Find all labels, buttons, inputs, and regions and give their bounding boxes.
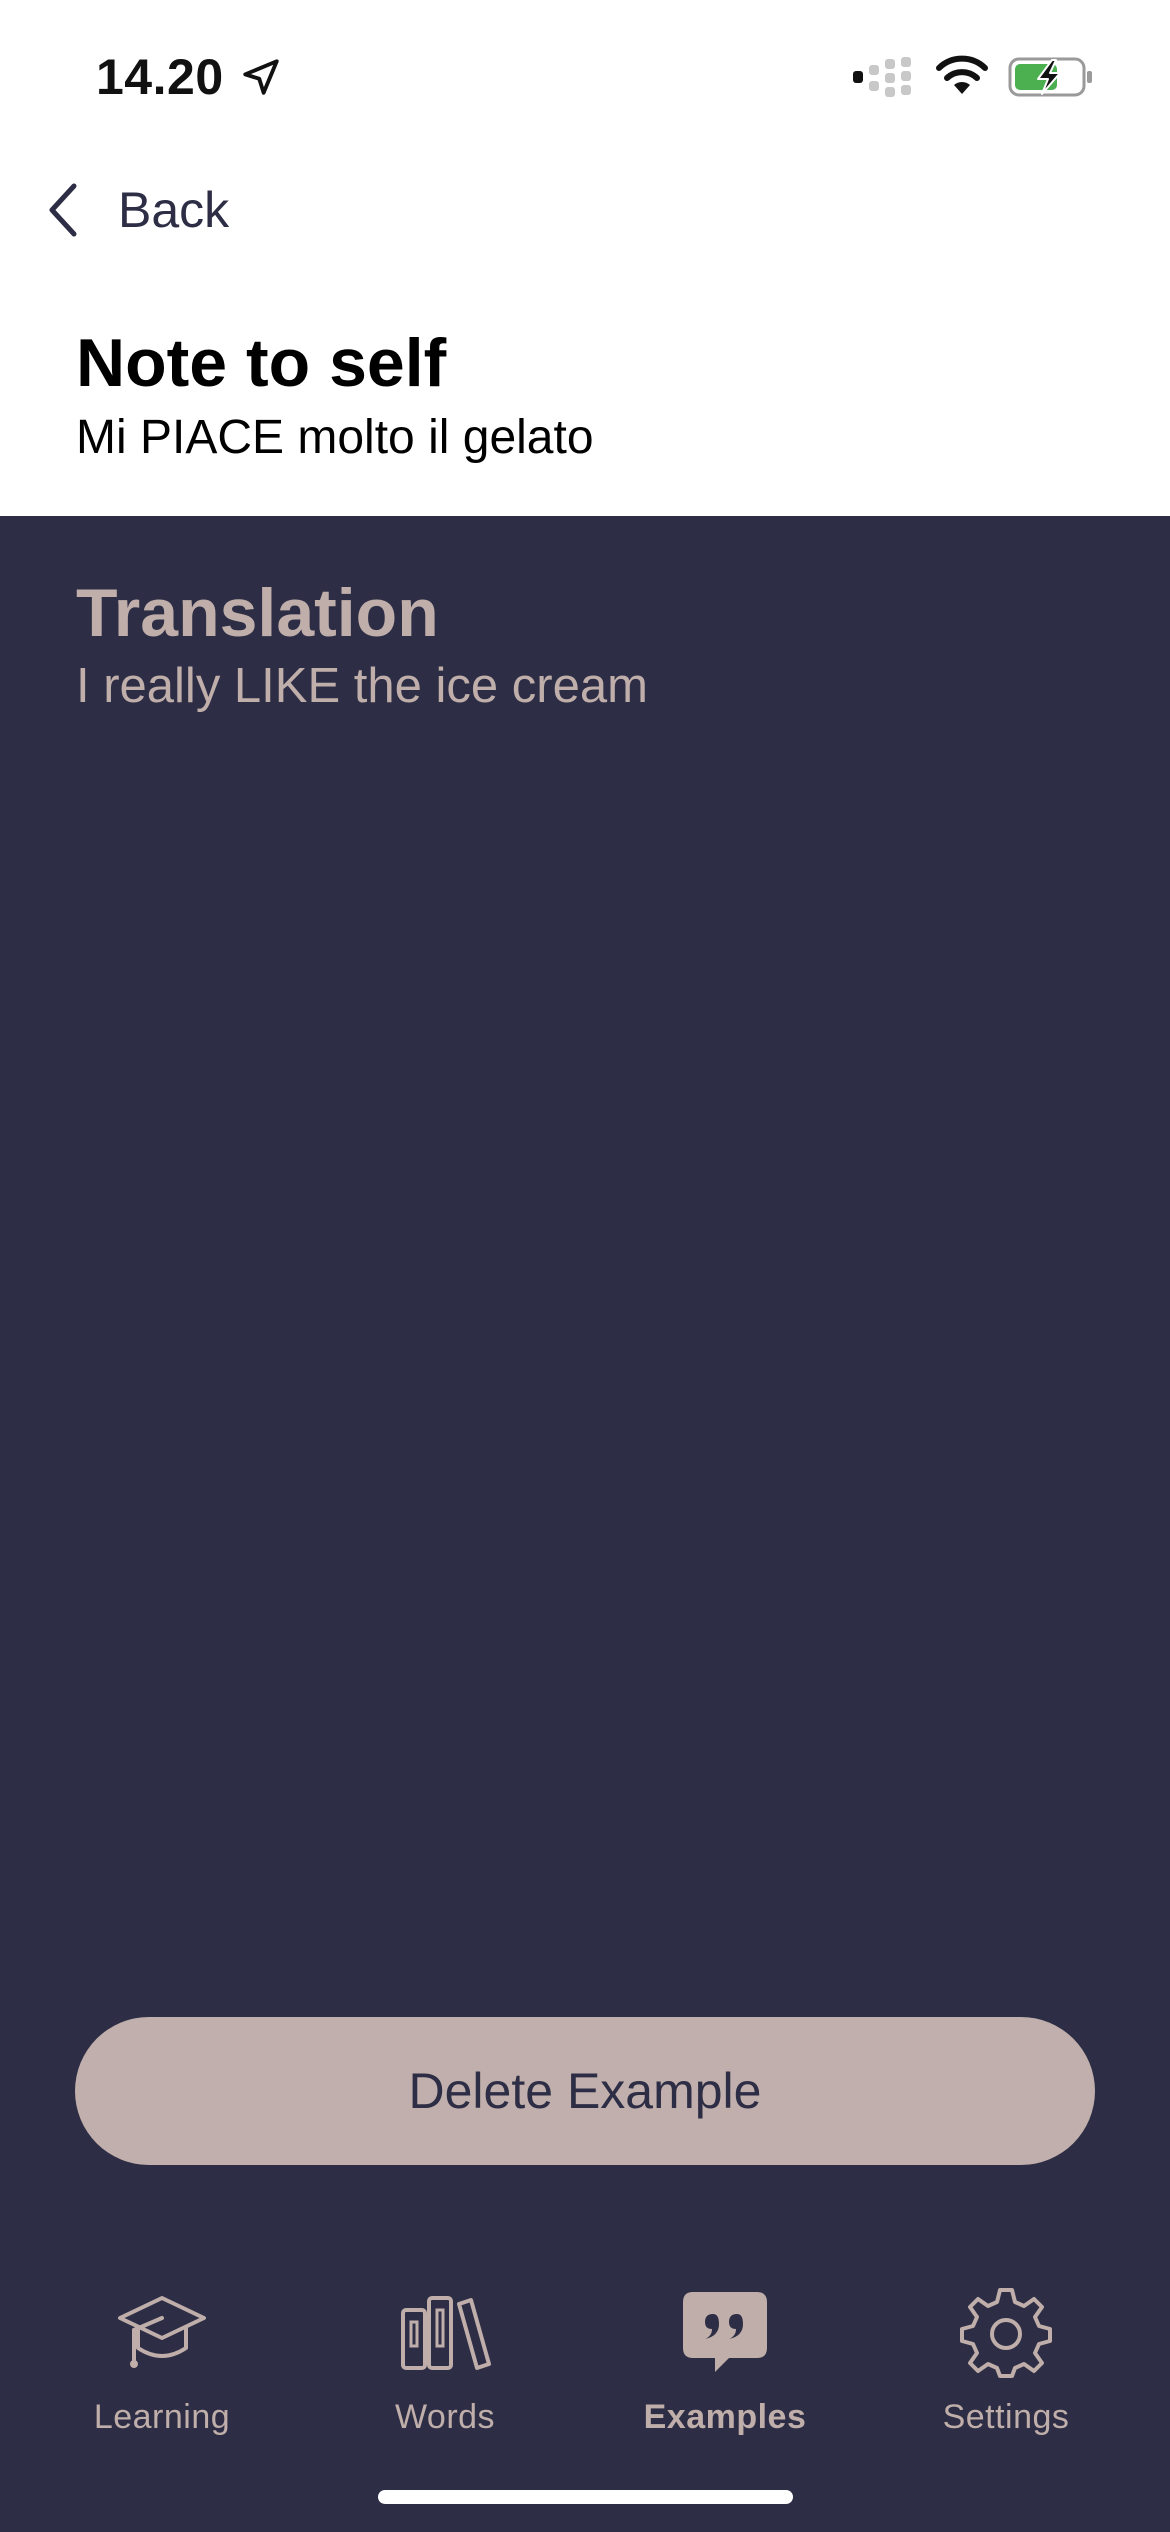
tab-words[interactable]: Words xyxy=(325,2270,565,2450)
tab-settings[interactable]: Settings xyxy=(886,2270,1126,2450)
graduation-cap-icon xyxy=(118,2296,206,2368)
translation-text: I really LIKE the ice cream xyxy=(76,659,648,713)
back-label: Back xyxy=(118,182,230,238)
gear-icon xyxy=(960,2288,1052,2378)
tab-learning[interactable]: Learning xyxy=(42,2270,282,2450)
tab-label: Examples xyxy=(643,2398,807,2436)
tab-label: Learning xyxy=(93,2398,231,2436)
battery-charging-icon xyxy=(1008,57,1092,97)
tab-label: Settings xyxy=(942,2398,1070,2436)
chevron-left-icon xyxy=(49,183,77,237)
translation-title: Translation xyxy=(76,575,439,651)
home-indicator[interactable] xyxy=(378,2490,793,2504)
status-bar: 14.20 xyxy=(0,0,1170,150)
note-title: Note to self xyxy=(76,325,447,401)
delete-example-button[interactable]: Delete Example xyxy=(75,2017,1095,2165)
back-button[interactable]: Back xyxy=(44,170,229,250)
note-text: Mi PIACE molto il gelato xyxy=(76,411,594,464)
cellular-signal-icon xyxy=(853,57,911,97)
location-arrow-icon xyxy=(243,59,279,95)
tab-examples[interactable]: Examples xyxy=(605,2270,845,2450)
books-icon xyxy=(401,2296,491,2370)
header-area: 14.20 Back Note to self Mi PIACE molto i… xyxy=(0,0,1170,516)
status-time: 14.20 xyxy=(96,49,224,105)
quote-bubble-icon xyxy=(683,2292,767,2372)
tab-label: Words xyxy=(394,2398,496,2436)
wifi-icon xyxy=(936,55,988,94)
tab-bar: Learning Words Examples Settings xyxy=(0,2270,1170,2450)
